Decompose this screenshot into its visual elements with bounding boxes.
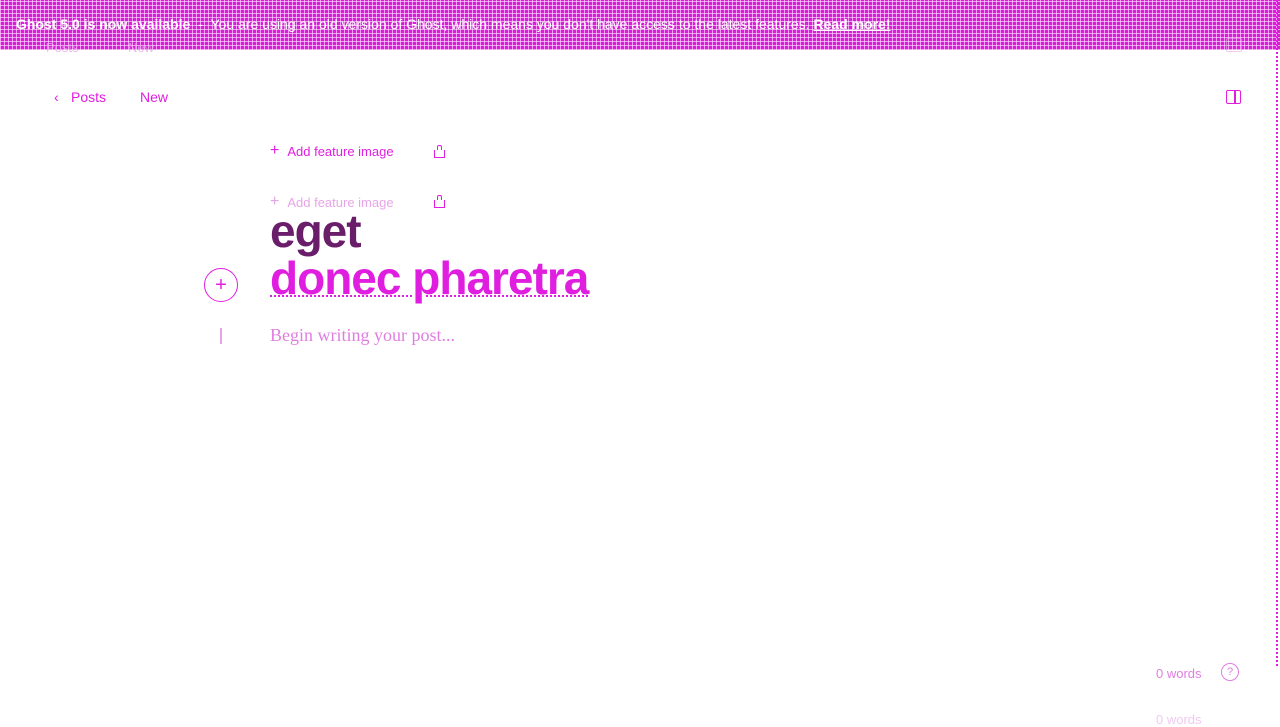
post-title-text: donec pharetra xyxy=(270,252,589,304)
read-more-link[interactable]: Read more! xyxy=(813,16,890,32)
sidebar-toggle-icon[interactable] xyxy=(1226,90,1241,104)
post-status-label: New xyxy=(140,89,169,105)
ghost-status-label: New xyxy=(128,40,155,55)
ghost-unsplash-icon xyxy=(434,195,445,208)
feature-image-label: Add feature image xyxy=(287,143,394,159)
plus-icon: + xyxy=(270,142,280,159)
banner-bold-text: Ghost 5.0 is now available xyxy=(16,16,191,32)
ghost-sidebar-icon xyxy=(1226,38,1242,52)
post-title-line-2[interactable]: donec pharetra xyxy=(270,252,589,304)
help-icon[interactable]: ? xyxy=(1221,663,1239,681)
post-body-input[interactable]: Begin writing your post... xyxy=(270,325,455,346)
text-cursor xyxy=(220,328,222,344)
scrollbar-track[interactable] xyxy=(1276,0,1278,668)
banner-message: You are using an old version of Ghost, w… xyxy=(210,16,810,32)
update-banner: Ghost 5.0 is now available - You are usi… xyxy=(0,0,1280,50)
add-feature-image-button[interactable]: + Add feature image xyxy=(270,143,394,159)
unsplash-icon[interactable] xyxy=(434,145,445,158)
chevron-left-icon: ‹ xyxy=(54,89,59,105)
banner-text: Ghost 5.0 is now available - You are usi… xyxy=(16,16,891,32)
word-count: 0 words xyxy=(1156,666,1202,681)
post-title-line-1[interactable]: eget xyxy=(270,208,362,254)
banner-separator: - xyxy=(198,16,203,32)
back-to-posts-link[interactable]: Posts xyxy=(71,89,106,105)
ghost-back-label: Posts xyxy=(46,40,79,55)
add-card-plus-icon[interactable]: + xyxy=(204,268,238,302)
